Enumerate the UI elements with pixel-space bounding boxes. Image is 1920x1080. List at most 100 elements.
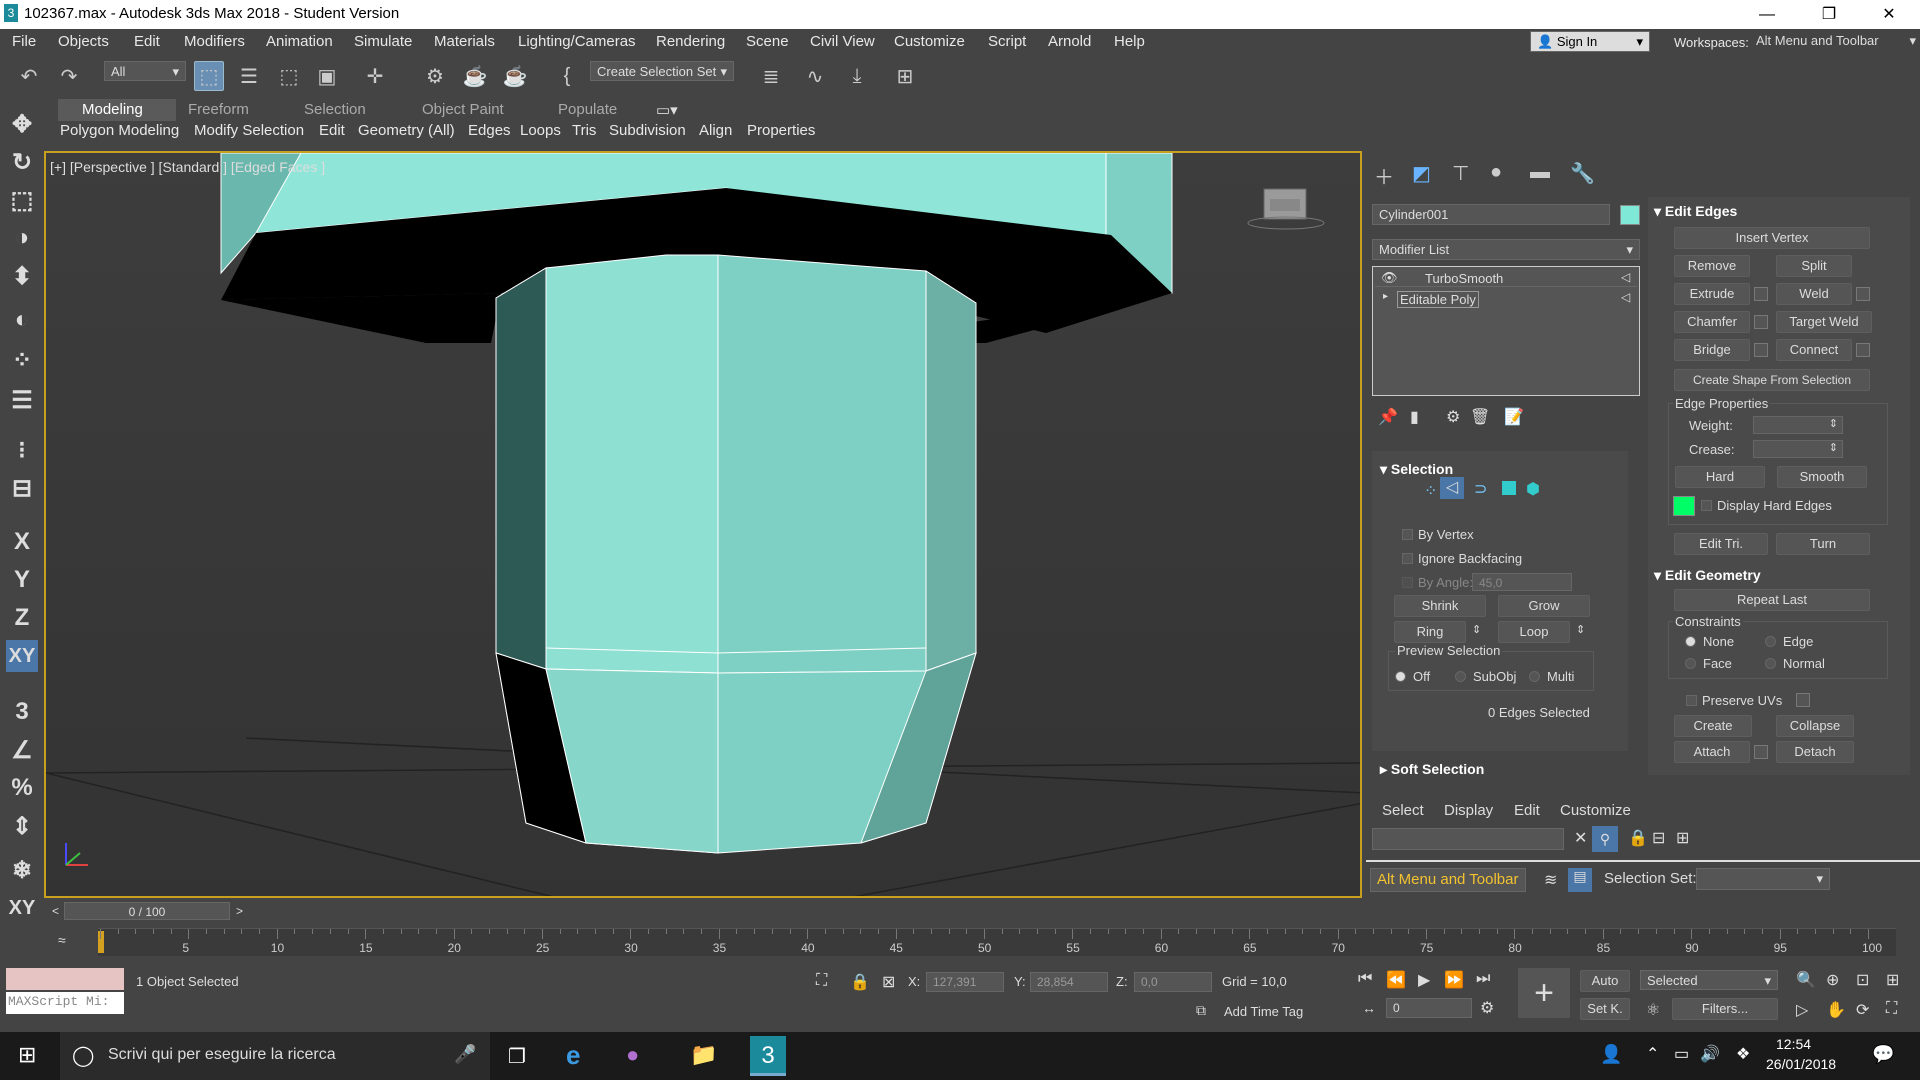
orbit-icon[interactable]: ⟳	[1856, 1000, 1869, 1020]
ring-button[interactable]: Ring	[1394, 621, 1466, 643]
stack-item-editable-poly[interactable]: ▸ Editable Poly ◁	[1375, 289, 1637, 308]
motion-tab-icon[interactable]: ●	[1490, 161, 1502, 184]
angle-snap-icon[interactable]: ∠	[6, 734, 38, 766]
mirror-icon[interactable]: ⬍	[6, 260, 38, 292]
battery-icon[interactable]: ▭	[1674, 1044, 1689, 1064]
y-coordinate-field[interactable]: 28,854	[1030, 972, 1108, 992]
subtab-tris[interactable]: Tris	[572, 122, 596, 139]
loop-button[interactable]: Loop	[1498, 621, 1570, 643]
rectangular-selection-button[interactable]: ⬚	[274, 61, 304, 91]
scale-icon[interactable]: ⬚	[6, 184, 38, 216]
axis-constraint-icon[interactable]: XY	[6, 892, 38, 924]
scene-scrollbar[interactable]	[1366, 860, 1920, 862]
move-icon[interactable]: ✥	[6, 108, 38, 140]
layer-icon[interactable]: ⊞	[1676, 828, 1689, 848]
workspace-scene-dropdown[interactable]: Alt Menu and Toolbar	[1370, 868, 1526, 892]
menu-modifiers[interactable]: Modifiers	[184, 33, 245, 50]
sign-in-button[interactable]: 👤 Sign In ▾	[1530, 31, 1650, 52]
ring-spinner-icon[interactable]: ⇕	[1472, 623, 1481, 636]
file-explorer-icon[interactable]: 📁	[690, 1042, 717, 1068]
create-shape-button[interactable]: Create Shape From Selection	[1674, 369, 1870, 391]
selection-rollout-header[interactable]: ▾ Selection	[1380, 461, 1453, 478]
menu-help[interactable]: Help	[1114, 33, 1145, 50]
turn-button[interactable]: Turn	[1776, 533, 1870, 555]
pin-stack-icon[interactable]: 📌	[1378, 407, 1398, 427]
edit-edges-header[interactable]: ▾ Edit Edges	[1654, 203, 1737, 220]
render-setup-button[interactable]: ⚙	[420, 61, 450, 91]
selection-filter-dropdown[interactable]: All ▾	[104, 61, 186, 81]
menu-scene[interactable]: Scene	[746, 33, 789, 50]
key-filter-dropdown[interactable]: Selected ▾	[1640, 970, 1778, 990]
snap-3d-icon[interactable]: 3	[6, 696, 38, 728]
align-icon[interactable]: ☰	[6, 384, 38, 416]
target-weld-button[interactable]: Target Weld	[1776, 311, 1872, 333]
subtab-edit[interactable]: Edit	[319, 122, 345, 139]
goto-end-icon[interactable]: ⏭	[1476, 970, 1490, 988]
menu-edit[interactable]: Edit	[134, 33, 160, 50]
close-button[interactable]: ✕	[1866, 0, 1912, 29]
freeze-icon[interactable]: ❄	[6, 854, 38, 886]
filter-icon[interactable]: ⚲	[1592, 826, 1618, 852]
menu-arnold[interactable]: Arnold	[1048, 33, 1091, 50]
timeline-track[interactable]: 5 10 15 20 25 30 35 40 45 50 55 60 65 70 75 80 85 90 95 100	[98, 928, 1896, 956]
smooth-button[interactable]: Smooth	[1777, 466, 1867, 488]
goto-start-icon[interactable]: ⏮	[1358, 970, 1372, 988]
time-config-icon[interactable]: ⚙	[1480, 998, 1494, 1018]
dropbox-icon[interactable]: ❖	[1736, 1044, 1750, 1064]
axis-x-button[interactable]: X	[6, 526, 38, 558]
schematic-view-button[interactable]: ⊞	[890, 61, 920, 91]
element-mode-icon[interactable]: ⬢	[1526, 479, 1540, 499]
fov-icon[interactable]: ▷	[1796, 1000, 1808, 1020]
axis-z-button[interactable]: Z	[6, 602, 38, 634]
add-time-tag[interactable]: Add Time Tag	[1224, 1004, 1303, 1019]
object-name-field[interactable]: Cylinder001	[1372, 204, 1610, 225]
create-selection-set-dropdown[interactable]: Create Selection Set ▾	[590, 61, 734, 81]
percent-snap-icon[interactable]: %	[6, 772, 38, 804]
time-marker[interactable]	[98, 931, 104, 953]
connect-button[interactable]: Connect	[1776, 339, 1852, 361]
tab-populate[interactable]: Populate	[558, 101, 617, 118]
spinner-snap-icon[interactable]: ⇕	[6, 810, 38, 842]
select-by-name-button[interactable]: ☰	[234, 61, 264, 91]
menu-customize[interactable]: Customize	[894, 33, 965, 50]
select-object-button[interactable]: ⬚	[194, 61, 224, 91]
subtab-edges[interactable]: Edges	[468, 122, 511, 139]
time-tag-icon[interactable]: ⧉	[1196, 1002, 1206, 1019]
soft-selection-rollout-header[interactable]: ▸ Soft Selection	[1380, 761, 1484, 778]
bridge-button[interactable]: Bridge	[1674, 339, 1750, 361]
menu-civil-view[interactable]: Civil View	[810, 33, 875, 50]
attach-button[interactable]: Attach	[1674, 741, 1750, 763]
subtab-geometry-all[interactable]: Geometry (All)	[358, 122, 455, 139]
zoom-extents-icon[interactable]: ⊡	[1856, 970, 1869, 990]
subtab-loops[interactable]: Loops	[520, 122, 561, 139]
polygon-mode-icon[interactable]	[1502, 481, 1516, 495]
viewport-label[interactable]: [+] [Perspective ] [Standard ] [Edged Fa…	[50, 159, 325, 175]
loop-spinner-icon[interactable]: ⇕	[1576, 623, 1585, 636]
lock-icon[interactable]: 🔒	[1628, 828, 1648, 848]
curve-editor-button[interactable]: ∿	[800, 61, 830, 91]
place-icon[interactable]: ◑	[6, 222, 38, 254]
hard-edge-color-swatch[interactable]	[1673, 496, 1695, 516]
layer-explorer-button[interactable]: ≣	[756, 61, 786, 91]
attach-list-icon[interactable]	[1754, 745, 1768, 759]
collapse-button[interactable]: Collapse	[1776, 715, 1854, 737]
border-mode-icon[interactable]: ⊃	[1474, 479, 1487, 499]
connect-settings-icon[interactable]	[1856, 343, 1870, 357]
menu-file[interactable]: File	[12, 33, 36, 50]
volume-icon[interactable]: 🔊	[1700, 1044, 1720, 1064]
preserve-uvs-settings-icon[interactable]	[1796, 693, 1810, 707]
filters-button[interactable]: Filters...	[1672, 998, 1778, 1020]
menu-simulate[interactable]: Simulate	[354, 33, 412, 50]
make-unique-icon[interactable]: ⚙	[1446, 407, 1460, 427]
absolute-mode-icon[interactable]: ⊠	[882, 972, 895, 992]
by-angle-checkbox[interactable]	[1402, 577, 1413, 588]
selection-set-dropdown[interactable]: ▾	[1696, 868, 1830, 890]
scene-menu-edit[interactable]: Edit	[1514, 802, 1540, 819]
sort-icon[interactable]: ▤	[1568, 868, 1592, 892]
undo-button[interactable]: ↶	[14, 61, 44, 91]
scene-menu-display[interactable]: Display	[1444, 802, 1493, 819]
snap-icon[interactable]: ⁘	[6, 344, 38, 376]
shrink-button[interactable]: Shrink	[1394, 595, 1486, 617]
subtab-align[interactable]: Align	[699, 122, 732, 139]
create-button[interactable]: Create	[1674, 715, 1752, 737]
